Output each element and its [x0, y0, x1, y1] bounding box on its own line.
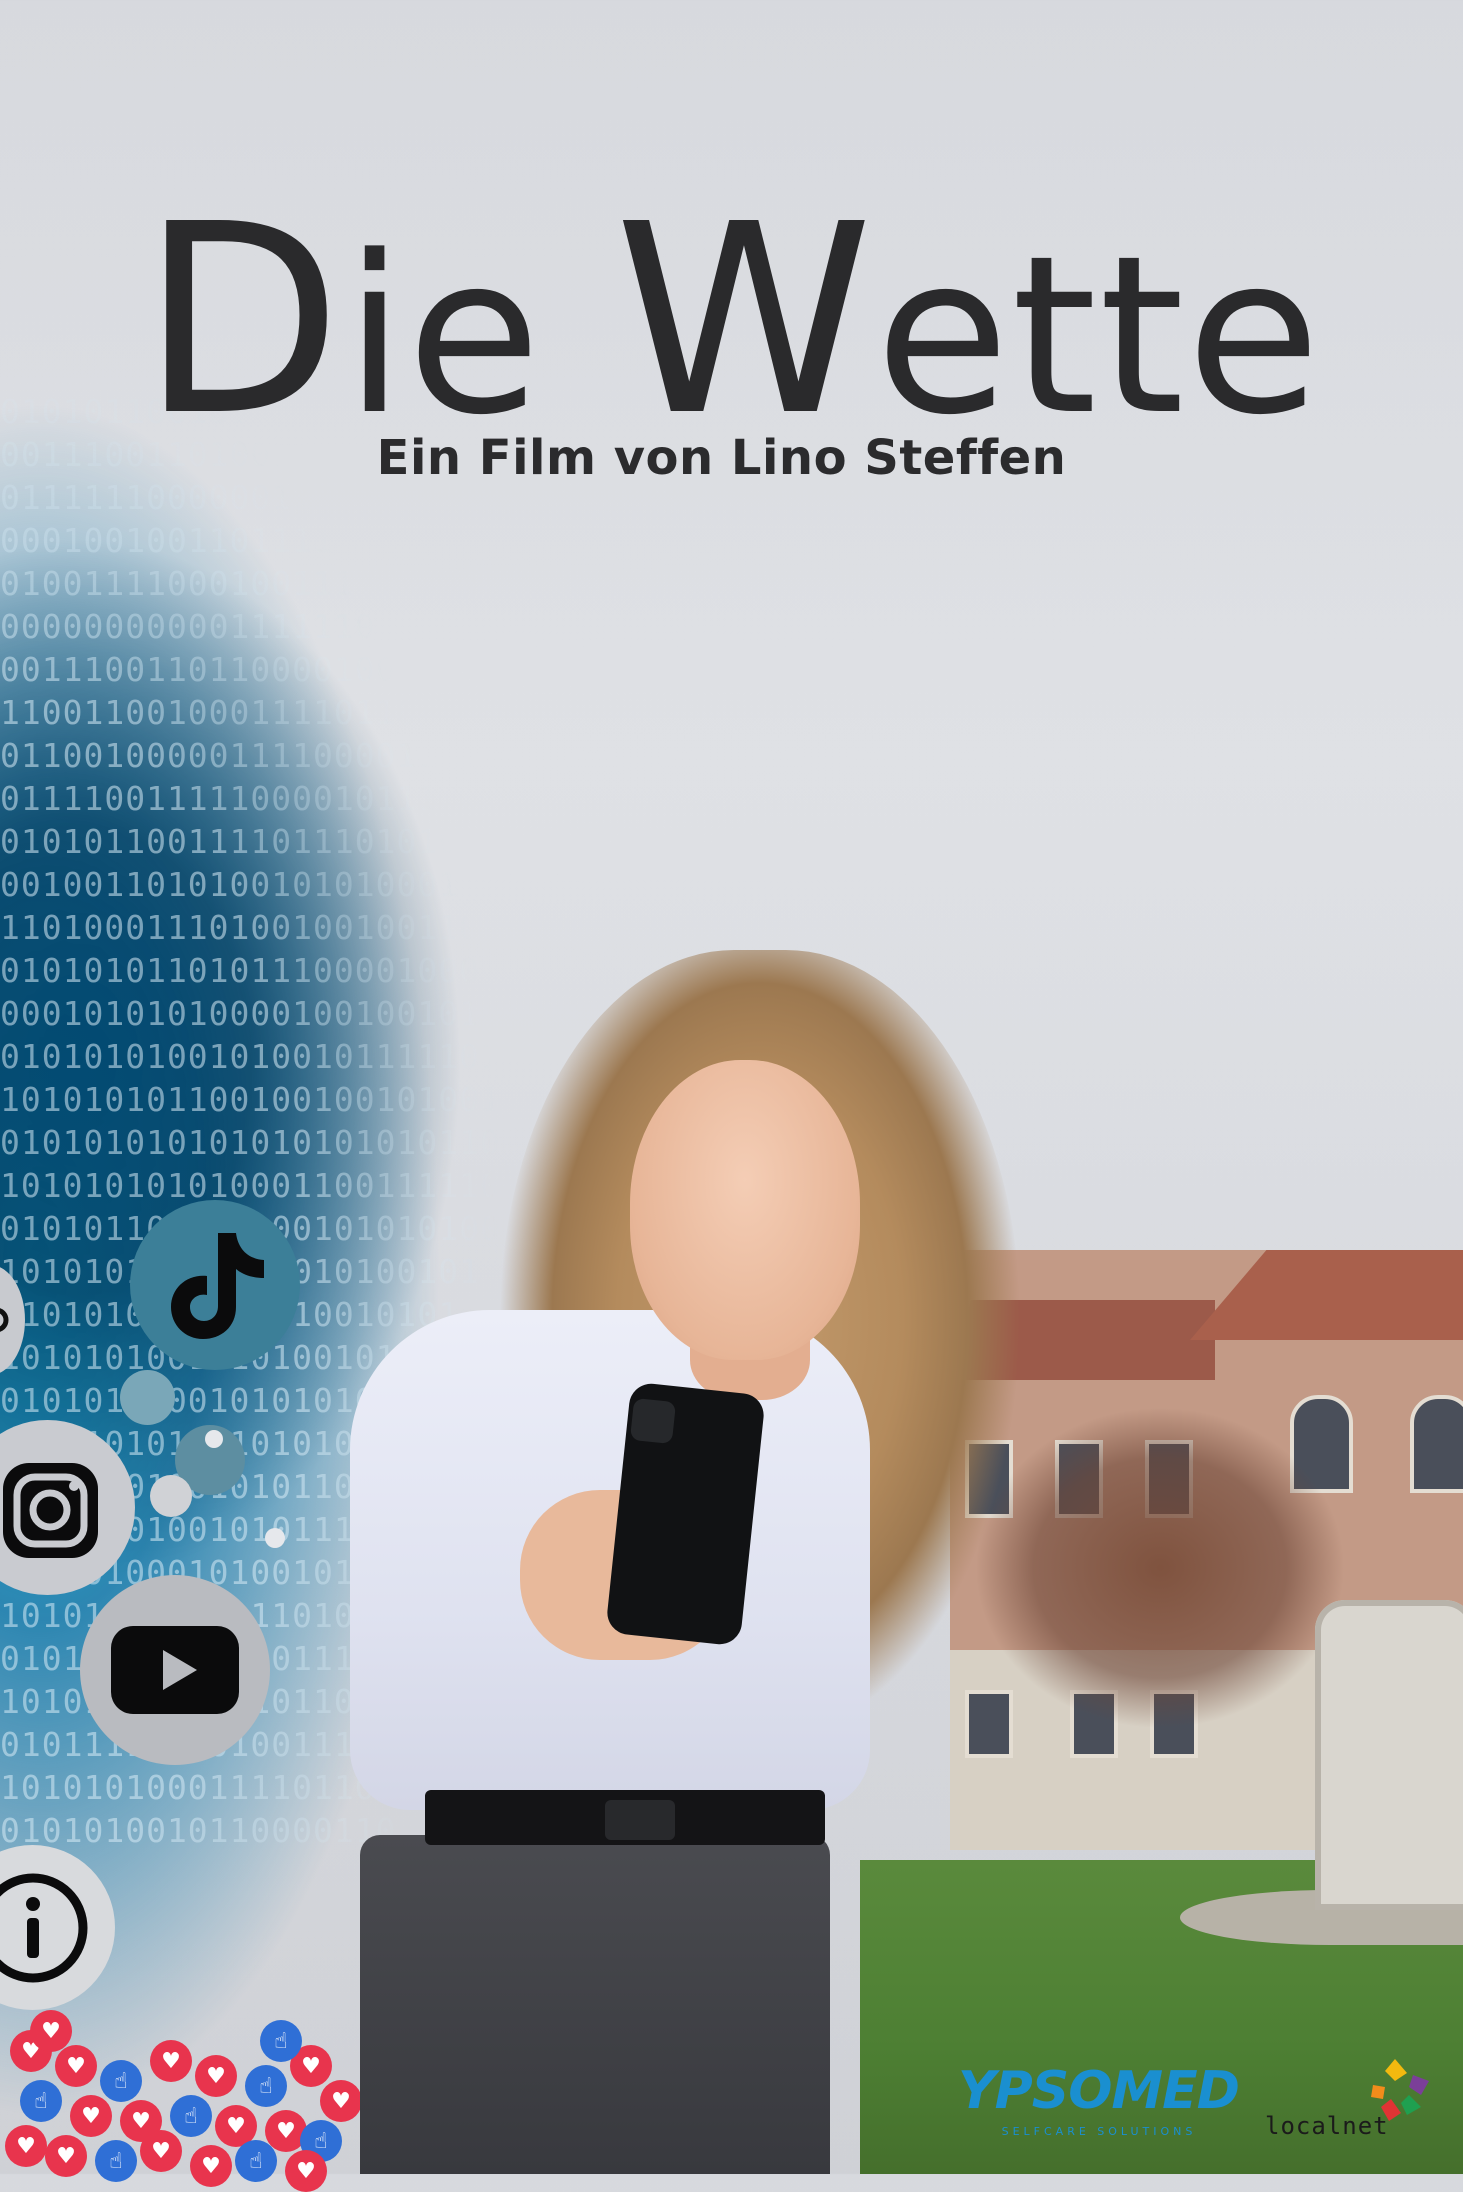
- smartphone: [605, 1381, 766, 1647]
- heart-reaction-icon: ♥: [150, 2040, 192, 2082]
- heart-reaction-icon: ♥: [55, 2045, 97, 2087]
- like-reaction-icon: ☝: [260, 2020, 302, 2062]
- heart-reaction-icon: ♥: [5, 2125, 47, 2167]
- tiktok-icon: [130, 1200, 300, 1370]
- phone-camera: [629, 1397, 677, 1445]
- ypsomed-tagline: SELFCARE SOLUTIONS: [1001, 2125, 1197, 2138]
- decor-dot: [150, 1475, 192, 1517]
- heart-reaction-icon: ♥: [285, 2150, 327, 2192]
- building-window: [1410, 1395, 1463, 1493]
- decor-dot: [120, 1370, 175, 1425]
- like-reaction-icon: ☝: [100, 2060, 142, 2102]
- decor-dot: [265, 1528, 285, 1548]
- heart-reaction-icon: ♥: [140, 2130, 182, 2172]
- like-reaction-icon: ☝: [245, 2065, 287, 2107]
- like-reaction-icon: ☝: [170, 2095, 212, 2137]
- like-reaction-icon: ☝: [235, 2140, 277, 2182]
- heart-reaction-icon: ♥: [320, 2080, 362, 2122]
- decor-dot: [205, 1430, 223, 1448]
- youtube-icon: [80, 1575, 270, 1765]
- poster-title: Die Wette: [0, 190, 1463, 452]
- stone-pavilion: [1315, 1600, 1463, 1910]
- heart-reaction-icon: ♥: [45, 2135, 87, 2177]
- localnet-logo-mark: [1371, 2059, 1429, 2121]
- title-initial-w: W: [614, 168, 876, 473]
- poster-credit-line: Ein Film von Lino Steffen: [376, 430, 1067, 486]
- heart-reaction-icon: ♥: [30, 2010, 72, 2052]
- title-part-ie: ie: [344, 210, 615, 463]
- belt-buckle: [605, 1800, 675, 1840]
- heart-reaction-icon: ♥: [195, 2055, 237, 2097]
- ypsomed-logo: YPSOMED: [958, 2061, 1240, 2121]
- title-initial-d: D: [140, 168, 345, 473]
- heart-reaction-icon: ♥: [70, 2095, 112, 2137]
- girl-face: [630, 1060, 860, 1360]
- title-part-ette: ette: [875, 210, 1323, 463]
- girl-jeans: [360, 1835, 830, 2174]
- like-reaction-icon: ☝: [20, 2080, 62, 2122]
- like-reaction-icon: ☝: [95, 2140, 137, 2182]
- heart-reaction-icon: ♥: [190, 2145, 232, 2187]
